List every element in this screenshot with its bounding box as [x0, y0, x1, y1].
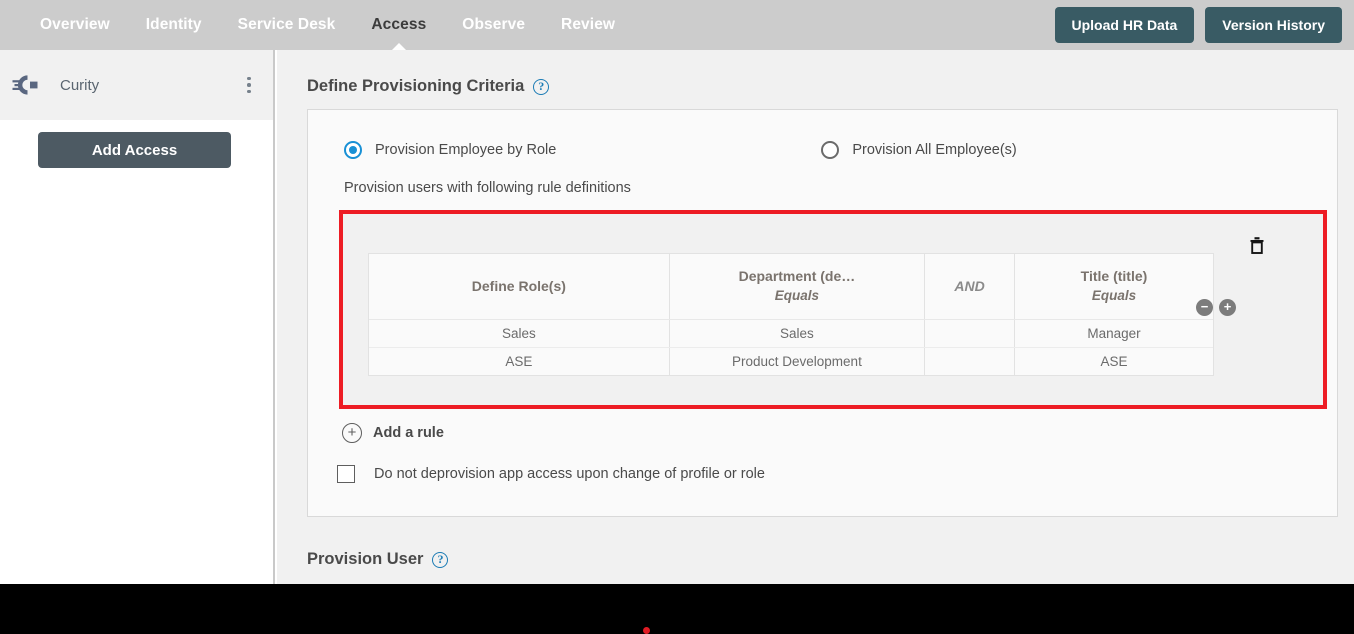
trash-icon[interactable]	[1246, 233, 1268, 257]
table-row[interactable]: Sales Sales Manager	[369, 319, 1213, 348]
kebab-menu-icon[interactable]	[239, 74, 259, 96]
table-row[interactable]: ASE Product Development ASE	[369, 347, 1213, 376]
column-name: Define Role(s)	[471, 277, 566, 294]
nav-item-review[interactable]: Review	[543, 0, 633, 50]
rule-definition-highlight: Define Role(s) Department (de… Equals AN…	[339, 210, 1327, 409]
cell-department[interactable]: Sales	[669, 319, 926, 348]
sidebar-item-curity[interactable]: Curity	[0, 50, 273, 120]
add-access-button[interactable]: Add Access	[38, 132, 231, 168]
column-name: Department (de…	[738, 268, 856, 284]
curity-logo-icon	[12, 73, 46, 97]
version-history-button[interactable]: Version History	[1205, 7, 1342, 43]
sidebar: Curity Add Access	[0, 50, 275, 584]
nav-item-overview[interactable]: Overview	[22, 0, 128, 50]
cursor-indicator-dot	[643, 627, 650, 634]
cell-title[interactable]: ASE	[1014, 348, 1213, 376]
cell-conjunction	[924, 319, 1015, 348]
bottom-bar	[0, 584, 1354, 634]
column-operator: Equals	[774, 288, 820, 303]
nav-item-access[interactable]: Access	[353, 0, 444, 50]
main-content: Define Provisioning Criteria ? Provision…	[277, 50, 1354, 584]
provisioning-criteria-card: Provision Employee by Role Provision All…	[307, 109, 1338, 517]
table-header-row: Define Role(s) Department (de… Equals AN…	[369, 254, 1213, 320]
nav-item-identity[interactable]: Identity	[128, 0, 220, 50]
help-icon[interactable]: ?	[533, 78, 550, 95]
conjunction-label: AND	[954, 277, 985, 294]
page-title: Define Provisioning Criteria	[307, 77, 525, 95]
provision-user-title: Provision User	[307, 550, 424, 568]
column-header-conjunction: AND	[924, 254, 1015, 320]
cell-title[interactable]: Manager	[1014, 319, 1213, 348]
upload-hr-data-button[interactable]: Upload HR Data	[1054, 7, 1195, 43]
add-access-container: Add Access	[0, 120, 273, 168]
define-provisioning-criteria-header: Define Provisioning Criteria ?	[277, 50, 1354, 96]
cell-role[interactable]: ASE	[369, 347, 670, 375]
header-actions: Upload HR Data Version History	[1054, 7, 1354, 43]
column-operator: Equals	[1091, 288, 1137, 303]
sidebar-app-name: Curity	[60, 76, 100, 94]
provision-user-header: Provision User ?	[307, 550, 449, 569]
column-header-define-roles[interactable]: Define Role(s)	[369, 254, 670, 320]
rule-definitions-caption: Provision users with following rule defi…	[344, 180, 631, 196]
column-header-title[interactable]: Title (title) Equals	[1014, 254, 1213, 320]
do-not-deprovision-checkbox-row[interactable]: Do not deprovision app access upon chang…	[337, 465, 765, 483]
rule-table: Define Role(s) Department (de… Equals AN…	[368, 253, 1214, 376]
cell-role[interactable]: Sales	[369, 319, 670, 348]
remove-row-button[interactable]: −	[1196, 299, 1213, 316]
radio-selected-icon	[344, 141, 362, 159]
provision-mode-radio-group: Provision Employee by Role Provision All…	[308, 110, 1337, 159]
add-row-button[interactable]: +	[1219, 299, 1236, 316]
cell-conjunction	[924, 347, 1015, 375]
cell-department[interactable]: Product Development	[669, 347, 926, 375]
nav-item-service-desk[interactable]: Service Desk	[220, 0, 354, 50]
row-controls: − +	[1196, 299, 1236, 316]
column-name: Title (title)	[1080, 268, 1148, 284]
radio-provision-by-role[interactable]: Provision Employee by Role	[344, 141, 556, 159]
radio-provision-all-employees-label: Provision All Employee(s)	[852, 142, 1017, 158]
plus-circle-icon: +	[342, 423, 362, 443]
help-icon[interactable]: ?	[432, 551, 449, 568]
radio-unselected-icon	[821, 141, 840, 159]
column-header-department[interactable]: Department (de… Equals	[669, 254, 926, 320]
add-a-rule-button[interactable]: + Add a rule	[342, 423, 444, 443]
radio-provision-all-employees[interactable]: Provision All Employee(s)	[821, 141, 1017, 159]
do-not-deprovision-label: Do not deprovision app access upon chang…	[374, 466, 765, 482]
do-not-deprovision-checkbox[interactable]	[337, 465, 355, 483]
nav-item-observe[interactable]: Observe	[444, 0, 543, 50]
radio-provision-by-role-label: Provision Employee by Role	[375, 142, 557, 158]
top-navigation-bar: Overview Identity Service Desk Access Ob…	[0, 0, 1354, 50]
nav-items: Overview Identity Service Desk Access Ob…	[0, 0, 633, 50]
add-a-rule-label: Add a rule	[373, 425, 444, 441]
